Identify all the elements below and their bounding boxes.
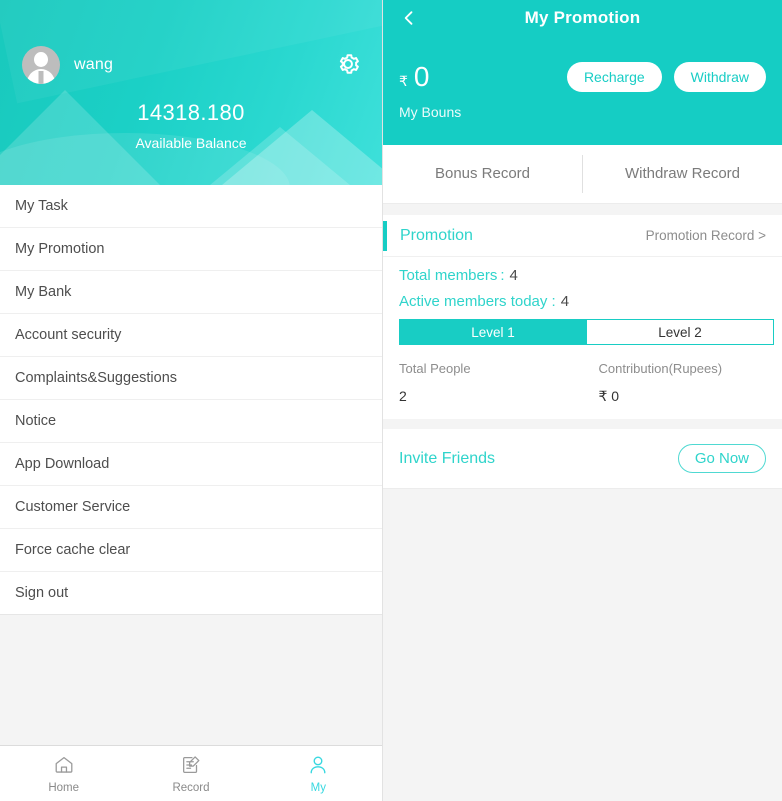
promotion-header: My Promotion ₹ 0 Recharge Withdraw My Bo… <box>383 0 782 145</box>
promotion-navbar: My Promotion <box>399 0 766 36</box>
gear-icon[interactable] <box>334 50 362 78</box>
person-icon <box>307 754 329 779</box>
right-empty-area <box>383 489 782 801</box>
tab-withdraw-record[interactable]: Withdraw Record <box>583 145 782 203</box>
record-tabs: Bonus Record Withdraw Record <box>383 145 782 204</box>
menu-item-my-task[interactable]: My Task <box>0 185 382 228</box>
menu-item-app-download[interactable]: App Download <box>0 443 382 486</box>
tab-bonus-record[interactable]: Bonus Record <box>383 145 582 203</box>
level-toggle: Level 1 Level 2 <box>399 319 774 345</box>
stats-value-total-people: 2 <box>399 388 407 404</box>
account-menu-list: My Task My Promotion My Bank Account sec… <box>0 185 382 615</box>
promotion-section-header: Promotion Promotion Record > <box>383 215 782 257</box>
promotion-panel: My Promotion ₹ 0 Recharge Withdraw My Bo… <box>383 0 782 801</box>
account-panel: wang 14318.180 Available Balance My Task… <box>0 0 383 801</box>
menu-item-label: My Task <box>15 198 68 214</box>
profile-header: wang 14318.180 Available Balance <box>0 0 382 185</box>
level-2-button[interactable]: Level 2 <box>587 319 774 345</box>
promotion-stats-table: Total People Contribution(Rupees) 2 ₹ 0 <box>383 345 782 419</box>
section-gap <box>383 204 782 215</box>
menu-item-label: App Download <box>15 456 110 472</box>
menu-item-notice[interactable]: Notice <box>0 400 382 443</box>
menu-item-my-promotion[interactable]: My Promotion <box>0 228 382 271</box>
total-members-row: Total members :4 <box>399 267 782 284</box>
menu-item-label: Account security <box>15 327 122 343</box>
rupee-symbol: ₹ <box>399 73 408 89</box>
tab-record-label: Record <box>172 781 210 794</box>
menu-item-label: My Bank <box>15 284 72 300</box>
invite-friends-label: Invite Friends <box>399 449 496 467</box>
stats-header-contribution: Contribution(Rupees) <box>598 361 723 376</box>
tab-my-label: My <box>310 781 326 794</box>
username-label: wang <box>74 56 114 73</box>
menu-item-customer-service[interactable]: Customer Service <box>0 486 382 529</box>
total-members-label: Total members : <box>399 267 505 284</box>
avatar-head <box>34 52 48 67</box>
page-title: My Promotion <box>524 8 641 27</box>
active-members-label: Active members today : <box>399 293 556 310</box>
user-avatar-icon[interactable] <box>22 46 60 84</box>
promotion-section-label: Promotion <box>400 226 473 244</box>
menu-item-label: My Promotion <box>15 241 105 257</box>
tab-my[interactable]: My <box>255 746 382 801</box>
avatar-tie <box>38 71 44 84</box>
tab-home-label: Home <box>48 781 79 794</box>
members-block: Total members :4 Active members today :4 <box>383 257 782 310</box>
menu-item-label: Complaints&Suggestions <box>15 370 178 386</box>
bonus-actions: Recharge Withdraw <box>566 62 766 92</box>
menu-item-sign-out[interactable]: Sign out <box>0 572 382 615</box>
total-members-value: 4 <box>509 267 518 284</box>
stats-header-total-people: Total People <box>399 361 471 376</box>
menu-item-label: Sign out <box>15 585 69 601</box>
bonus-amount: ₹ 0 <box>399 63 430 91</box>
invite-friends-row[interactable]: Invite Friends Go Now <box>383 429 782 489</box>
promotion-record-link[interactable]: Promotion Record > <box>646 228 766 243</box>
menu-item-label: Force cache clear <box>15 542 131 558</box>
menu-item-label: Customer Service <box>15 499 131 515</box>
bonus-row: ₹ 0 Recharge Withdraw <box>399 62 766 92</box>
stats-header-row: Total People Contribution(Rupees) <box>383 361 782 376</box>
accent-bar <box>383 221 387 251</box>
app-root: wang 14318.180 Available Balance My Task… <box>0 0 782 801</box>
balance-block: 14318.180 Available Balance <box>0 100 382 151</box>
tab-home[interactable]: Home <box>0 746 127 801</box>
bonus-label: My Bouns <box>399 104 462 120</box>
withdraw-button[interactable]: Withdraw <box>673 62 766 92</box>
level-1-button[interactable]: Level 1 <box>399 319 587 345</box>
balance-label: Available Balance <box>135 135 247 151</box>
menu-item-complaints-suggestions[interactable]: Complaints&Suggestions <box>0 357 382 400</box>
active-members-row: Active members today :4 <box>399 293 782 310</box>
menu-item-account-security[interactable]: Account security <box>0 314 382 357</box>
active-members-value: 4 <box>560 293 570 310</box>
bonus-value: 0 <box>413 61 430 92</box>
balance-amount: 14318.180 <box>137 100 245 125</box>
table-row: 2 ₹ 0 <box>383 376 782 405</box>
go-now-button[interactable]: Go Now <box>677 444 766 473</box>
promotion-card: Promotion Promotion Record > Total membe… <box>383 215 782 419</box>
left-empty-area <box>0 615 382 745</box>
stats-value-contribution: ₹ 0 <box>598 388 620 404</box>
menu-item-force-cache-clear[interactable]: Force cache clear <box>0 529 382 572</box>
document-edit-icon <box>180 754 202 779</box>
menu-item-my-bank[interactable]: My Bank <box>0 271 382 314</box>
card-divider <box>383 419 782 429</box>
recharge-button[interactable]: Recharge <box>566 62 662 92</box>
profile-row: wang <box>0 0 382 84</box>
home-icon <box>53 754 75 779</box>
menu-item-label: Notice <box>15 413 57 429</box>
tab-record[interactable]: Record <box>127 746 254 801</box>
bottom-tabbar: Home Record My <box>0 745 382 801</box>
